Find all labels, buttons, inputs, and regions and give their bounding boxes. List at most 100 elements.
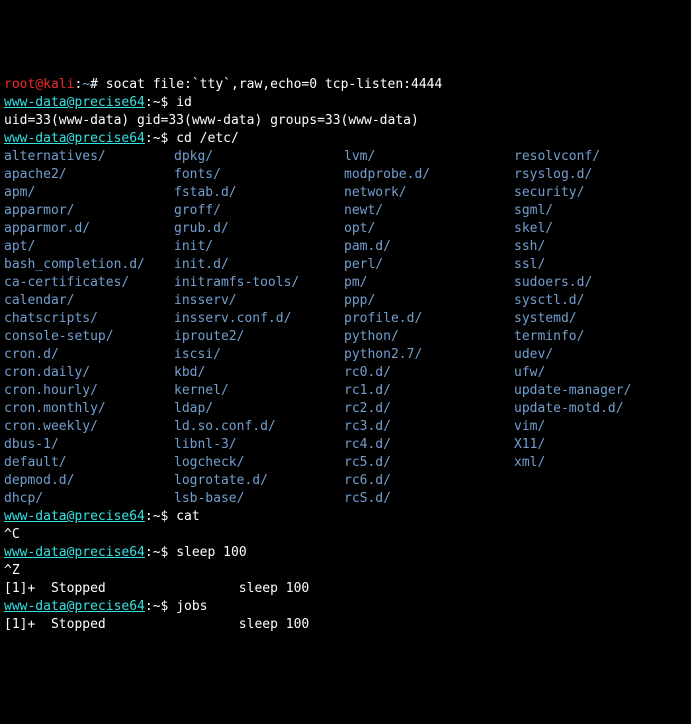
prompt-suffix: :~$ [145,509,176,524]
directory-entry: dhcp/ [4,490,174,508]
directory-entry: pm/ [344,274,514,292]
directory-entry: security/ [514,184,687,202]
ctrl-z: ^Z [4,563,20,578]
directory-entry [514,490,687,508]
directory-entry [514,472,687,490]
prompt-user: root@kali [4,77,74,92]
prompt-suffix: :~$ [145,545,176,560]
directory-entry: alternatives/ [4,148,174,166]
directory-entry: libnl-3/ [174,436,344,454]
directory-entry: cron.d/ [4,346,174,364]
output-line: uid=33(www-data) gid=33(www-data) groups… [4,113,419,128]
directory-entry: python/ [344,328,514,346]
prompt-user: www-data@precise64 [4,509,145,524]
command-text: id [176,95,192,110]
directory-entry: lsb-base/ [174,490,344,508]
directory-entry: ca-certificates/ [4,274,174,292]
directory-entry: cron.monthly/ [4,400,174,418]
directory-entry: init.d/ [174,256,344,274]
directory-entry: rc6.d/ [344,472,514,490]
directory-entry: bash_completion.d/ [4,256,174,274]
directory-entry: rc3.d/ [344,418,514,436]
directory-entry: fstab.d/ [174,184,344,202]
directory-entry: ssh/ [514,238,687,256]
prompt-path: ~ [82,77,90,92]
directory-entry: sysctl.d/ [514,292,687,310]
prompt-hash: # [90,77,106,92]
directory-entry: rc5.d/ [344,454,514,472]
directory-entry: terminfo/ [514,328,687,346]
prompt-user: www-data@precise64 [4,131,145,146]
command-text: socat file:`tty`,raw,echo=0 tcp-listen:4… [106,77,443,92]
directory-entry: xml/ [514,454,687,472]
directory-entry: grub.d/ [174,220,344,238]
directory-entry: sgml/ [514,202,687,220]
directory-entry: resolvconf/ [514,148,687,166]
command-text: cd /etc/ [176,131,239,146]
command-text: jobs [176,599,207,614]
prompt-user: www-data@precise64 [4,545,145,560]
directory-entry: apparmor/ [4,202,174,220]
directory-entry: rc0.d/ [344,364,514,382]
directory-entry: rc2.d/ [344,400,514,418]
prompt-user: www-data@precise64 [4,599,145,614]
directory-entry: sudoers.d/ [514,274,687,292]
directory-entry: initramfs-tools/ [174,274,344,292]
directory-entry: kernel/ [174,382,344,400]
directory-entry: cron.hourly/ [4,382,174,400]
directory-listing: alternatives/dpkg/lvm/resolvconf/apache2… [4,148,687,508]
directory-entry: newt/ [344,202,514,220]
directory-entry: lvm/ [344,148,514,166]
directory-entry: dpkg/ [174,148,344,166]
directory-entry: chatscripts/ [4,310,174,328]
directory-entry: ssl/ [514,256,687,274]
directory-entry: insserv.conf.d/ [174,310,344,328]
directory-entry: rcS.d/ [344,490,514,508]
directory-entry: python2.7/ [344,346,514,364]
terminal-output: root@kali:~# socat file:`tty`,raw,echo=0… [4,76,687,634]
prompt-suffix: :~$ [145,131,176,146]
directory-entry: ldap/ [174,400,344,418]
directory-entry: modprobe.d/ [344,166,514,184]
directory-entry: profile.d/ [344,310,514,328]
directory-entry: opt/ [344,220,514,238]
directory-entry: X11/ [514,436,687,454]
directory-entry: apache2/ [4,166,174,184]
directory-entry: groff/ [174,202,344,220]
directory-entry: systemd/ [514,310,687,328]
directory-entry: init/ [174,238,344,256]
ctrl-c: ^C [4,527,20,542]
directory-entry: rc1.d/ [344,382,514,400]
directory-entry: kbd/ [174,364,344,382]
directory-entry: pam.d/ [344,238,514,256]
prompt-suffix: :~$ [145,95,176,110]
directory-entry: depmod.d/ [4,472,174,490]
directory-entry: udev/ [514,346,687,364]
directory-entry: iproute2/ [174,328,344,346]
directory-entry: default/ [4,454,174,472]
directory-entry: update-motd.d/ [514,400,687,418]
directory-entry: iscsi/ [174,346,344,364]
directory-entry: ppp/ [344,292,514,310]
directory-entry: cron.weekly/ [4,418,174,436]
directory-entry: skel/ [514,220,687,238]
directory-entry: perl/ [344,256,514,274]
prompt-user: www-data@precise64 [4,95,145,110]
directory-entry: rc4.d/ [344,436,514,454]
directory-entry: network/ [344,184,514,202]
directory-entry: console-setup/ [4,328,174,346]
directory-entry: dbus-1/ [4,436,174,454]
directory-entry: ufw/ [514,364,687,382]
directory-entry: insserv/ [174,292,344,310]
directory-entry: logcheck/ [174,454,344,472]
job-status: [1]+ Stopped sleep 100 [4,617,309,632]
directory-entry: fonts/ [174,166,344,184]
command-text: cat [176,509,199,524]
directory-entry: rsyslog.d/ [514,166,687,184]
directory-entry: calendar/ [4,292,174,310]
command-text: sleep 100 [176,545,246,560]
directory-entry: vim/ [514,418,687,436]
job-status: [1]+ Stopped sleep 100 [4,581,309,596]
directory-entry: update-manager/ [514,382,687,400]
directory-entry: apt/ [4,238,174,256]
